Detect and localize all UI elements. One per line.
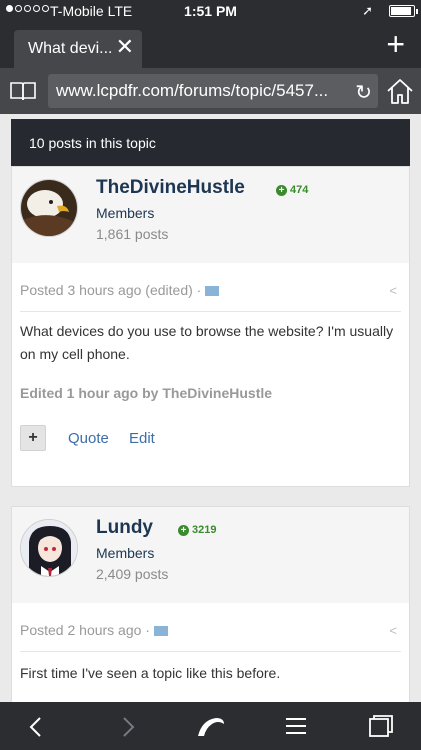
address-bar-row: www.lcpdfr.com/forums/topic/5457... ↻ bbox=[0, 68, 421, 114]
forward-icon[interactable] bbox=[122, 716, 136, 738]
author-post-count: 1,861 posts bbox=[96, 226, 169, 242]
post-meta: Posted 3 hours ago (edited) · bbox=[20, 282, 220, 298]
clock: 1:51 PM bbox=[184, 3, 237, 19]
avatar[interactable] bbox=[20, 179, 78, 237]
reputation-badge: +474 bbox=[276, 184, 308, 196]
avatar[interactable] bbox=[20, 519, 78, 577]
edit-link[interactable]: Edit bbox=[129, 430, 155, 447]
quote-link[interactable]: Quote bbox=[68, 430, 109, 447]
edited-note: Edited 1 hour ago by TheDivineHustle bbox=[20, 385, 273, 401]
post-body: What devices do you use to browse the we… bbox=[20, 323, 394, 362]
post-meta: Posted 2 hours ago · bbox=[20, 622, 168, 638]
reputation-badge: +3219 bbox=[178, 524, 216, 536]
author-group: Members bbox=[96, 545, 155, 561]
browser-tab-bar: What devi... ✕ + bbox=[0, 22, 421, 68]
url-field[interactable]: www.lcpdfr.com/forums/topic/5457... ↻ bbox=[48, 74, 378, 108]
post-date: Posted 3 hours ago (edited) · bbox=[20, 282, 202, 298]
report-flag-icon[interactable] bbox=[153, 626, 168, 636]
forum-post: Lundy +3219 Members 2,409 posts Posted 2… bbox=[11, 506, 410, 702]
author-name[interactable]: Lundy bbox=[96, 517, 153, 539]
post-date: Posted 2 hours ago · bbox=[20, 622, 150, 638]
report-flag-icon[interactable] bbox=[205, 286, 220, 296]
reload-icon[interactable]: ↻ bbox=[355, 80, 372, 105]
close-tab-icon[interactable]: ✕ bbox=[116, 34, 134, 60]
tabs-icon[interactable] bbox=[369, 715, 393, 737]
multiquote-button[interactable]: + bbox=[20, 425, 46, 451]
status-bar: T-Mobile LTE 1:51 PM ➚ bbox=[0, 0, 421, 22]
bookmarks-icon[interactable] bbox=[10, 81, 36, 101]
post-author-block: TheDivineHustle +474 Members 1,861 posts bbox=[12, 167, 409, 263]
page-content: 10 posts in this topic TheDivineHustle +… bbox=[0, 114, 421, 702]
browser-toolbar bbox=[0, 702, 421, 750]
author-group: Members bbox=[96, 205, 155, 221]
url-text: www.lcpdfr.com/forums/topic/5457... bbox=[56, 81, 329, 100]
battery-icon bbox=[389, 5, 418, 17]
menu-icon[interactable] bbox=[285, 716, 307, 736]
new-tab-button[interactable]: + bbox=[386, 28, 405, 60]
browser-tab[interactable]: What devi... ✕ bbox=[14, 30, 142, 68]
tab-title: What devi... bbox=[28, 40, 113, 57]
post-body: First time I've seen a topic like this b… bbox=[20, 665, 281, 681]
divider bbox=[20, 311, 401, 312]
topic-header: 10 posts in this topic bbox=[11, 119, 410, 166]
post-author-block: Lundy +3219 Members 2,409 posts bbox=[12, 507, 409, 603]
author-post-count: 2,409 posts bbox=[96, 566, 169, 582]
share-icon[interactable]: < bbox=[389, 283, 397, 298]
reputation-value: 3219 bbox=[192, 524, 217, 536]
author-name[interactable]: TheDivineHustle bbox=[96, 177, 245, 199]
forum-post: TheDivineHustle +474 Members 1,861 posts… bbox=[11, 166, 410, 487]
back-icon[interactable] bbox=[28, 716, 42, 738]
home-icon[interactable] bbox=[385, 76, 415, 106]
share-icon[interactable]: < bbox=[389, 623, 397, 638]
plus-circle-icon: + bbox=[276, 185, 287, 196]
topic-post-count: 10 posts in this topic bbox=[29, 135, 156, 151]
location-arrow-icon: ➚ bbox=[362, 3, 373, 18]
plus-circle-icon: + bbox=[178, 525, 189, 536]
reputation-value: 474 bbox=[290, 184, 309, 196]
dolphin-icon[interactable] bbox=[196, 714, 226, 738]
divider bbox=[20, 651, 401, 652]
